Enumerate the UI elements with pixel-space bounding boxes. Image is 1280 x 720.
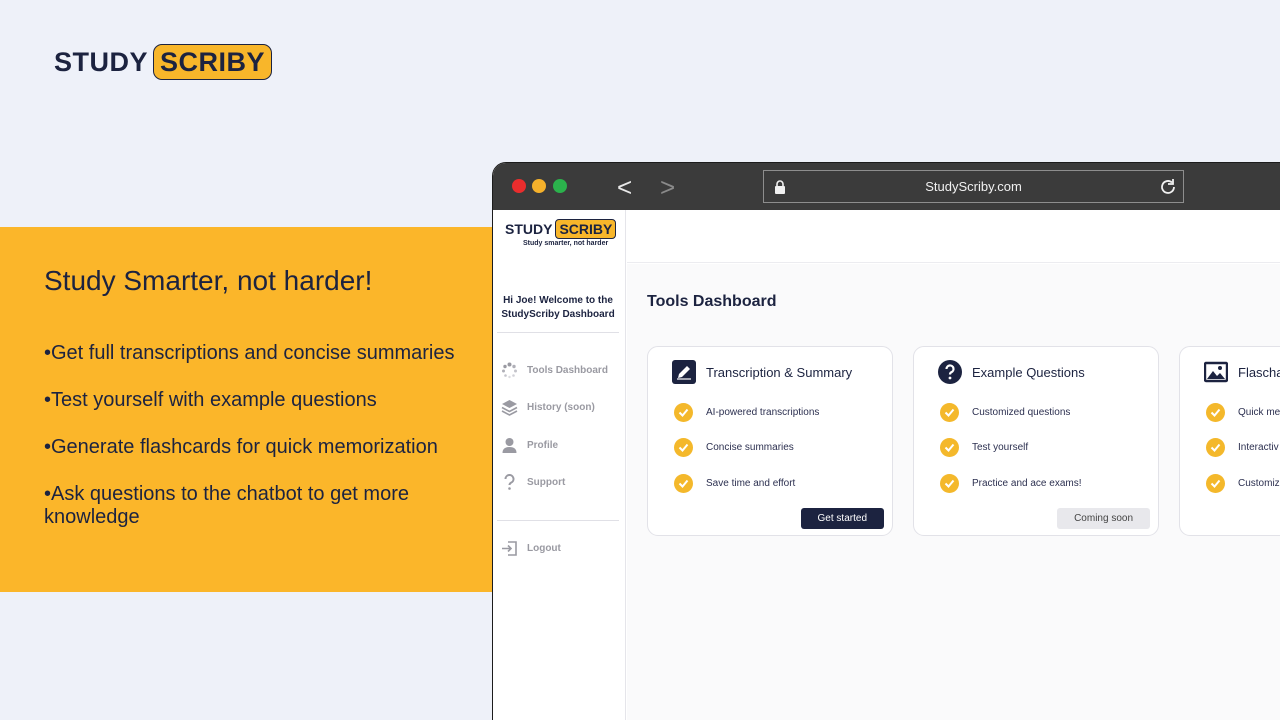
feature-label: AI-powered transcriptions <box>706 407 820 418</box>
feature-item: Customized questions <box>940 403 1070 422</box>
studyscriby-logo: STUDY SCRIBY <box>54 44 273 80</box>
sidebar-item-label: History (soon) <box>527 402 595 413</box>
feature-item: Save time and effort <box>674 474 795 493</box>
address-bar[interactable]: StudyScriby.com <box>763 170 1184 203</box>
card-title: Transcription & Summary <box>706 364 853 380</box>
question-circle-icon <box>938 360 962 384</box>
card-header: Flascha <box>1204 360 1280 384</box>
get-started-button[interactable]: Get started <box>800 508 884 529</box>
sidebar-logo[interactable]: STUDY SCRIBY <box>505 219 617 239</box>
welcome-line-2: StudyScriby Dashboard <box>501 309 615 320</box>
feature-label: Customiz <box>1238 478 1280 489</box>
welcome-message: Hi Joe! Welcome to the StudyScriby Dashb… <box>493 294 623 322</box>
check-icon <box>674 403 693 422</box>
sidebar-item-label: Support <box>527 477 566 488</box>
card-title: Example Questions <box>972 364 1085 380</box>
card-title: Flascha <box>1238 364 1280 380</box>
sidebar-logo-study: STUDY <box>505 221 553 237</box>
promo-bullet: •Get full transcriptions and concise sum… <box>44 342 455 364</box>
page-title: Tools Dashboard <box>647 293 777 310</box>
feature-label: Quick me <box>1238 407 1280 418</box>
minimize-window-dot[interactable] <box>532 179 546 193</box>
logout-button[interactable]: Logout <box>501 540 561 557</box>
check-icon <box>940 438 959 457</box>
question-icon <box>504 474 515 490</box>
pencil-icon <box>672 360 696 384</box>
sidebar-item-support[interactable]: Support <box>501 474 565 491</box>
logo-study-text: STUDY <box>54 46 149 77</box>
browser-toolbar: < > StudyScriby.com <box>493 163 1280 210</box>
top-header <box>627 210 1280 263</box>
promo-bullet: •Ask questions to the chatbot to get mor… <box>44 483 409 528</box>
check-icon <box>674 438 693 457</box>
feature-item: Practice and ace exams! <box>940 474 1082 493</box>
forward-button[interactable]: > <box>660 172 675 203</box>
url-text: StudyScriby.com <box>925 179 1022 194</box>
logo-scriby-text: SCRIBY <box>153 44 273 80</box>
tool-card-transcription: Transcription & Summary AI-powered trans… <box>647 346 893 536</box>
feature-item: Customiz <box>1206 474 1280 493</box>
check-icon <box>1206 474 1225 493</box>
tool-card-example-questions: Example Questions Customized questions T… <box>913 346 1159 536</box>
feature-item: AI-powered transcriptions <box>674 403 819 422</box>
logout-label: Logout <box>527 543 561 554</box>
feature-label: Practice and ace exams! <box>972 478 1082 489</box>
coming-soon-button[interactable]: Coming soon <box>1057 508 1150 529</box>
tool-card-flashcards: Flascha Quick me Interactiv Customiz <box>1179 346 1280 536</box>
feature-item: Quick me <box>1206 403 1280 422</box>
sidebar-item-history[interactable]: History (soon) <box>501 399 595 416</box>
sidebar-item-tools-dashboard[interactable]: Tools Dashboard <box>501 362 608 379</box>
reload-icon[interactable] <box>1159 178 1177 196</box>
feature-label: Interactiv <box>1238 442 1279 453</box>
promo-bullet: •Generate flashcards for quick memorizat… <box>44 436 438 458</box>
maximize-window-dot[interactable] <box>553 179 567 193</box>
layers-icon <box>501 400 518 416</box>
feature-label: Customized questions <box>972 407 1071 418</box>
card-header: Transcription & Summary <box>672 360 852 384</box>
sidebar-item-label: Profile <box>527 440 559 451</box>
feature-item: Interactiv <box>1206 438 1279 457</box>
browser-window: < > StudyScriby.com STUDY SCRIBY Study s… <box>492 162 1280 720</box>
sidebar-item-profile[interactable]: Profile <box>501 437 558 454</box>
spinner-icon <box>502 362 517 379</box>
close-window-dot[interactable] <box>512 179 526 193</box>
feature-label: Concise summaries <box>706 442 794 453</box>
feature-item: Test yourself <box>940 438 1028 457</box>
sidebar-logo-scriby: SCRIBY <box>555 219 617 239</box>
app-content: STUDY SCRIBY Study smarter, not harder H… <box>493 210 1280 720</box>
sidebar-divider <box>497 520 619 521</box>
sidebar: STUDY SCRIBY Study smarter, not harder H… <box>493 210 626 720</box>
check-icon <box>940 474 959 493</box>
check-icon <box>1206 438 1225 457</box>
check-icon <box>1206 403 1225 422</box>
promo-headline: Study Smarter, not harder! <box>44 265 373 296</box>
card-header: Example Questions <box>938 360 1085 384</box>
logout-icon <box>502 541 517 556</box>
image-icon <box>1204 361 1228 383</box>
main-panel: Tools Dashboard Transcription & Summary … <box>627 264 1280 720</box>
promo-bullet: •Test yourself with example questions <box>44 389 377 411</box>
user-icon <box>502 438 517 453</box>
sidebar-tagline: Study smarter, not harder <box>523 240 609 247</box>
welcome-line-1: Hi Joe! Welcome to the <box>503 295 613 306</box>
sidebar-item-label: Tools Dashboard <box>527 365 608 376</box>
check-icon <box>674 474 693 493</box>
feature-label: Test yourself <box>972 442 1029 453</box>
back-button[interactable]: < <box>617 172 632 203</box>
feature-label: Save time and effort <box>706 478 796 489</box>
sidebar-divider <box>497 332 619 333</box>
check-icon <box>940 403 959 422</box>
feature-item: Concise summaries <box>674 438 794 457</box>
promo-bullets: •Get full transcriptions and concise sum… <box>44 342 489 553</box>
